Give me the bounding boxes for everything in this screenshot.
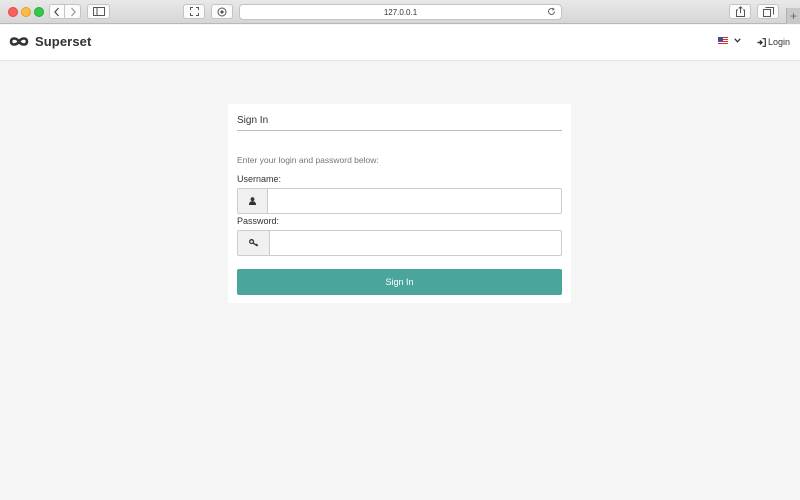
show-tabs-button[interactable] [757,4,779,19]
back-button[interactable] [49,4,65,19]
brand-name: Superset [35,34,92,49]
address-bar[interactable]: 127.0.0.1 [239,4,562,20]
chevron-right-icon [70,7,76,16]
signin-button[interactable]: Sign In [237,269,562,295]
username-input-group [237,188,562,214]
fullscreen-icon [189,7,199,16]
forward-button[interactable] [65,4,81,19]
password-input[interactable] [270,231,561,255]
url-text: 127.0.0.1 [383,7,418,17]
chevron-down-icon [734,38,741,43]
infinity-logo-icon [9,37,29,46]
close-window-button[interactable] [8,7,18,17]
plus-icon: + [789,9,797,23]
brand-link[interactable]: Superset [9,34,91,49]
sidebar-icon [92,7,105,16]
us-flag-icon [718,37,728,44]
signin-title: Sign In [237,115,269,126]
browser-toolbar: 127.0.0.1 + [0,0,800,24]
zoom-window-button[interactable] [34,7,44,17]
privacy-icon [217,7,227,16]
share-button[interactable] [729,4,751,19]
new-tab-button[interactable]: + [786,8,800,24]
password-input-group [237,230,562,256]
username-label: Username: [237,174,282,184]
signin-panel: Sign In Enter your login and password be… [228,104,571,303]
tabs-icon [762,6,774,17]
reload-icon [548,7,555,15]
password-label: Password: [237,216,280,226]
privacy-report-button[interactable] [211,4,233,19]
username-addon [238,189,268,213]
login-link[interactable]: Login [757,37,790,47]
user-icon [249,197,256,205]
password-addon [238,231,270,255]
sign-in-icon [757,37,766,47]
app-navbar: Superset Login [0,25,800,61]
login-label: Login [768,37,791,47]
minimize-window-button[interactable] [21,7,31,17]
fullscreen-button[interactable] [183,4,205,19]
key-icon [248,239,258,247]
chevron-left-icon [54,7,59,16]
sidebar-toggle-button[interactable] [87,4,110,19]
language-dropdown[interactable] [718,37,741,44]
reload-button[interactable] [547,7,556,18]
username-input[interactable] [268,189,561,213]
title-divider [237,130,562,131]
signin-hint: Enter your login and password below: [237,155,379,165]
share-icon [735,6,745,17]
